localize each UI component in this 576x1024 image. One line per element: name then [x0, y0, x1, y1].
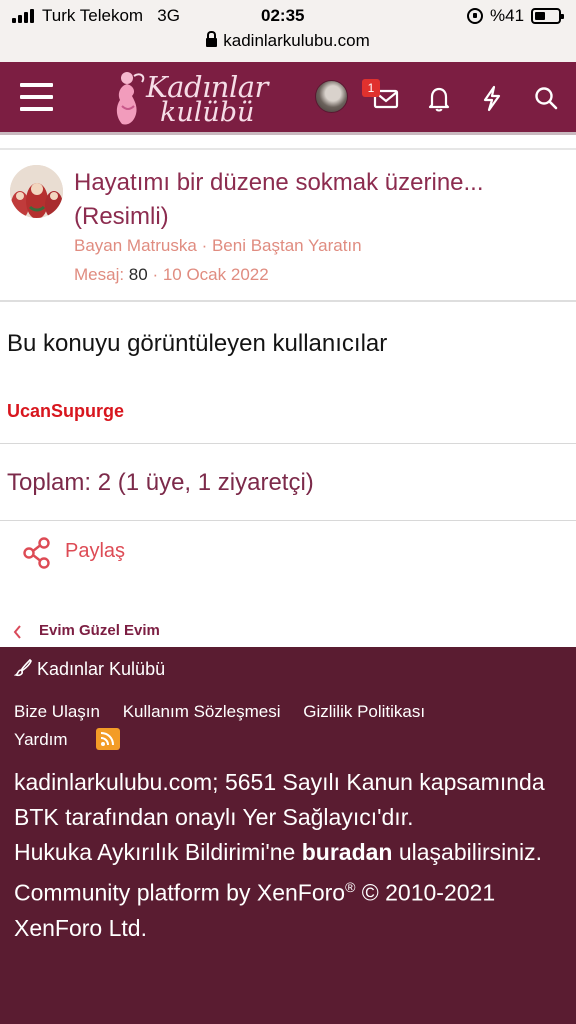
footer-legal: kadinlarkulubu.com; 5651 Sayılı Kanun ka… [14, 765, 566, 946]
thread-author[interactable]: Bayan Matruska [74, 236, 197, 255]
thread-author-forum: Bayan Matruska · Beni Baştan Yaratın [74, 236, 362, 255]
report-text: Hukuka Aykırılık Bildirimi'ne buradan ul… [14, 839, 543, 865]
footer-link-terms[interactable]: Kullanım Sözleşmesi [123, 702, 281, 721]
avatar[interactable] [315, 80, 348, 113]
footer-link-contact[interactable]: Bize Ulaşın [14, 702, 100, 721]
footer-brand[interactable]: Kadınlar Kulübü [13, 657, 165, 680]
footer-link-help[interactable]: Yardım [14, 730, 68, 749]
lady-icon [116, 72, 145, 125]
lock-icon [206, 31, 218, 47]
alerts-button[interactable] [422, 80, 456, 116]
matryoshka-image [10, 165, 63, 218]
breadcrumb-label: Evim Güzel Evim [39, 622, 160, 639]
url-bar[interactable]: kadinlarkulubu.com [0, 31, 576, 51]
message-count: 80 [128, 265, 148, 284]
battery-percent: %41 [490, 6, 525, 25]
battery-icon [531, 8, 564, 24]
brush-icon [13, 658, 32, 677]
thread-stats: Mesaj: 80 · 10 Ocak 2022 [74, 265, 269, 284]
whats-new-button[interactable] [475, 80, 509, 116]
search-button[interactable] [529, 80, 563, 116]
carrier-label: Turk Telekom 3G [42, 6, 180, 25]
signal-icon [12, 9, 38, 23]
rotation-lock-icon [467, 8, 483, 24]
xenforo-credit[interactable]: Community platform by XenForo® © 2010-20… [14, 870, 566, 946]
share-label: Paylaş [65, 540, 126, 562]
menu-icon[interactable] [20, 82, 53, 112]
url-text: kadinlarkulubu.com [223, 31, 370, 50]
search-icon [535, 87, 558, 110]
rss-icon[interactable] [95, 728, 120, 750]
viewers-heading: Bu konuyu görüntüleyen kullanıcılar [7, 330, 388, 357]
thread-card[interactable]: Hayatımı bir düzene sokmak üzerine... (R… [0, 150, 576, 302]
chevron-left-icon [13, 625, 21, 639]
thread-title[interactable]: Hayatımı bir düzene sokmak üzerine... (R… [74, 166, 564, 234]
thread-date[interactable]: 10 Ocak 2022 [163, 265, 269, 284]
site-logo[interactable]: Kadınlar kulübü [112, 66, 268, 128]
thread-avatar[interactable] [10, 165, 63, 218]
status-bar: Turk Telekom 3G 02:35 %41 kadinlarkulubu… [0, 0, 576, 62]
viewer-username[interactable]: UcanSupurge [7, 401, 124, 422]
report-link[interactable]: buradan [302, 839, 393, 865]
site-footer: Kadınlar Kulübü Bize Ulaşın Kullanım Söz… [0, 647, 576, 1024]
divider [0, 520, 576, 521]
footer-links: Bize Ulaşın Kullanım Sözleşmesi Gizlilik… [14, 698, 564, 754]
bolt-icon [483, 85, 501, 112]
site-header: Kadınlar kulübü [0, 62, 576, 135]
footer-link-privacy[interactable]: Gizlilik Politikası [303, 702, 425, 721]
legal-text: kadinlarkulubu.com; 5651 Sayılı Kanun ka… [14, 769, 545, 830]
logo-text-line2: kulübü [160, 97, 255, 128]
clock: 02:35 [261, 6, 305, 25]
bell-icon [428, 87, 450, 112]
thread-forum[interactable]: Beni Baştan Yaratın [212, 236, 362, 255]
inbox-badge: 1 [362, 79, 380, 97]
viewers-total: Toplam: 2 (1 üye, 1 ziyaretçi) [7, 469, 314, 496]
divider [0, 443, 576, 444]
share-icon [23, 537, 50, 569]
